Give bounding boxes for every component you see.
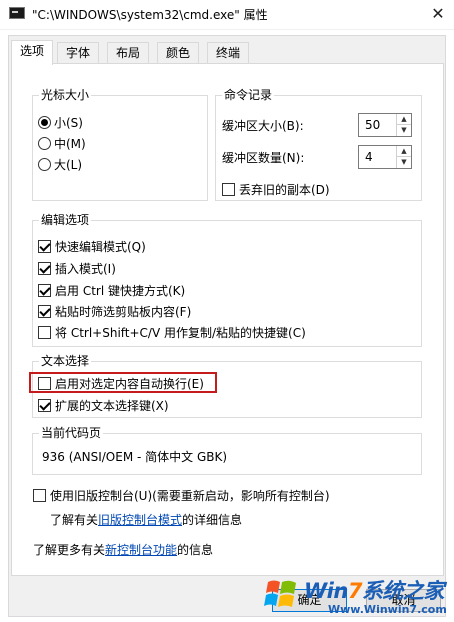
cursor-size-legend: 光标大小	[39, 88, 92, 102]
tab-terminal[interactable]: 终端	[207, 42, 250, 64]
checkbox-checked-icon[interactable]	[38, 399, 51, 412]
legacy-mode-link[interactable]: 旧版控制台模式	[98, 513, 182, 527]
extended-selection-label: 扩展的文本选择键(X)	[55, 399, 169, 413]
checkbox-checked-icon[interactable]	[38, 284, 51, 297]
text-selection-legend: 文本选择	[39, 354, 92, 368]
spin-down-icon[interactable]: ▼	[397, 157, 411, 168]
watermark-title: Win7系统之家	[304, 579, 444, 603]
tab-layout[interactable]: 布局	[107, 42, 150, 64]
radio-medium[interactable]: 中(M)	[38, 136, 86, 152]
spin-up-icon[interactable]: ▲	[397, 146, 411, 157]
highlight-box	[29, 372, 217, 393]
codepage-legend: 当前代码页	[39, 426, 104, 440]
checkbox-icon[interactable]	[38, 326, 51, 339]
radio-small-label: 小(S)	[54, 116, 83, 130]
ctrl-shortcuts-checkbox[interactable]: 启用 Ctrl 键快捷方式(K)	[38, 283, 185, 299]
checkbox-checked-icon[interactable]	[38, 305, 51, 318]
buffer-size-label: 缓冲区大小(B):	[222, 119, 304, 133]
legacy-console-checkbox[interactable]: 使用旧版控制台(U)(需要重新启动，影响所有控制台)	[33, 488, 330, 504]
insert-mode-checkbox[interactable]: 插入模式(I)	[38, 261, 116, 277]
quick-edit-checkbox[interactable]: 快速编辑模式(Q)	[38, 239, 146, 255]
quick-edit-label: 快速编辑模式(Q)	[55, 240, 146, 254]
insert-mode-label: 插入模式(I)	[55, 262, 116, 276]
watermark: Win7系统之家 Www.Winwin7.com	[262, 572, 454, 622]
ctrl-shift-cv-checkbox[interactable]: 将 Ctrl+Shift+C/V 用作复制/粘贴的快捷键(C)	[38, 325, 306, 341]
checkbox-checked-icon[interactable]	[38, 240, 51, 253]
filter-clipboard-label: 粘贴时筛选剪贴板内容(F)	[55, 305, 192, 319]
tab-options[interactable]: 选项	[11, 40, 54, 65]
new-console-features-link[interactable]: 新控制台功能	[105, 543, 177, 557]
title-bar: "C:\WINDOWS\system32\cmd.exe" 属性 ✕	[0, 0, 454, 30]
legacy-info-text: 了解有关旧版控制台模式的详细信息	[50, 513, 243, 527]
radio-selected-icon[interactable]	[38, 116, 51, 129]
ctrl-shift-cv-label: 将 Ctrl+Shift+C/V 用作复制/粘贴的快捷键(C)	[55, 326, 306, 340]
watermark-url: Www.Winwin7.com	[328, 603, 447, 616]
tab-colors[interactable]: 颜色	[157, 42, 200, 64]
spin-up-icon[interactable]: ▲	[397, 114, 411, 125]
edit-options-legend: 编辑选项	[39, 213, 92, 227]
buffer-count-value[interactable]: 4	[365, 150, 373, 164]
command-history-legend: 命令记录	[222, 88, 275, 102]
tab-font[interactable]: 字体	[57, 42, 100, 64]
ctrl-shortcuts-label: 启用 Ctrl 键快捷方式(K)	[55, 284, 186, 298]
checkbox-checked-icon[interactable]	[38, 262, 51, 275]
radio-large[interactable]: 大(L)	[38, 157, 82, 173]
discard-old-checkbox[interactable]: 丢弃旧的副本(D)	[222, 182, 330, 198]
buffer-count-stepper[interactable]: 4 ▲ ▼	[358, 145, 412, 169]
buffer-size-stepper[interactable]: 50 ▲ ▼	[358, 113, 412, 137]
radio-small[interactable]: 小(S)	[38, 115, 83, 131]
close-button[interactable]: ✕	[422, 0, 454, 30]
window-title: "C:\WINDOWS\system32\cmd.exe" 属性	[32, 8, 268, 22]
console-icon	[9, 7, 25, 19]
legacy-console-label: 使用旧版控制台(U)(需要重新启动，影响所有控制台)	[50, 489, 330, 503]
checkbox-icon[interactable]	[33, 489, 46, 502]
radio-large-label: 大(L)	[54, 158, 83, 172]
windows-flag-icon	[264, 580, 296, 607]
discard-old-label: 丢弃旧的副本(D)	[239, 183, 330, 197]
extended-selection-checkbox[interactable]: 扩展的文本选择键(X)	[38, 398, 169, 414]
more-info-text: 了解更多有关新控制台功能的信息	[33, 543, 214, 557]
buffer-size-value[interactable]: 50	[365, 118, 380, 132]
radio-icon[interactable]	[38, 158, 51, 171]
filter-clipboard-checkbox[interactable]: 粘贴时筛选剪贴板内容(F)	[38, 304, 191, 320]
checkbox-icon[interactable]	[222, 183, 235, 196]
radio-icon[interactable]	[38, 137, 51, 150]
codepage-value: 936 (ANSI/OEM - 简体中文 GBK)	[42, 450, 228, 464]
spin-down-icon[interactable]: ▼	[397, 125, 411, 136]
radio-medium-label: 中(M)	[54, 137, 86, 151]
buffer-count-label: 缓冲区数量(N):	[222, 151, 305, 165]
